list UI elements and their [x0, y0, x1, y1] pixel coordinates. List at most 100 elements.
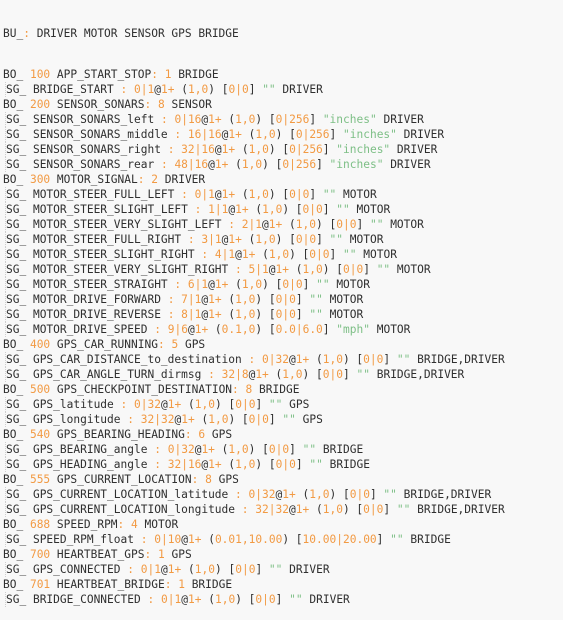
signal-name: GPS_longitude: [32, 413, 121, 426]
signal-start-bit: 16: [187, 128, 202, 141]
signal-factor: 0.1: [221, 323, 242, 336]
signal-line: SG_ BRIDGE_CONNECTED : 0|1@1+ (1,0) [0|0…: [3, 592, 563, 607]
signal-length: 16: [201, 143, 215, 156]
sg-keyword: SG_: [6, 233, 33, 246]
signal-offset: 0: [295, 368, 303, 381]
sg-keyword: SG_: [6, 458, 33, 471]
signal-line: SG_ SENSOR_SONARS_right : 32|16@1+ (1,0)…: [3, 142, 563, 157]
message-id: 700: [29, 548, 51, 561]
signal-line: SG_ MOTOR_STEER_FULL_RIGHT : 3|1@1+ (1,0…: [3, 232, 563, 247]
signal-length: 1: [214, 233, 222, 246]
signal-start-bit: 32: [255, 503, 269, 516]
signal-unit: "": [396, 503, 411, 516]
signal-name: SENSOR_SONARS_rear: [32, 158, 155, 171]
signal-max: 0: [268, 593, 276, 606]
bo-keyword: BO_: [3, 68, 30, 81]
signal-length: 1: [154, 563, 161, 576]
signal-name: GPS_CAR_ANGLE_TURN_dirmsg: [32, 368, 202, 381]
signal-line: SG_ MOTOR_DRIVE_SPEED : 9|6@1+ (0.1,0) […: [3, 322, 563, 337]
signal-length: 16: [208, 128, 222, 141]
signal-min: 0: [289, 188, 296, 201]
sg-keyword: SG_: [6, 143, 33, 156]
signal-name: GPS_BEARING_angle: [32, 443, 148, 456]
signal-name: MOTOR_STEER_VERY_SLIGHT_RIGHT: [32, 263, 229, 276]
signal-start-bit: 32: [221, 368, 236, 381]
nodes-line: BU_: DRIVER MOTOR SENSOR GPS BRIDGE: [3, 27, 239, 40]
signal-unit: "": [329, 233, 344, 246]
signal-length: 32: [147, 398, 161, 411]
signal-min: 0: [235, 398, 242, 411]
message-sender: GPS: [171, 548, 192, 561]
sg-keyword: SG_: [6, 353, 33, 366]
signal-unit: "inches": [322, 113, 377, 126]
signal-unit: "": [343, 248, 357, 261]
message-id: 701: [29, 578, 51, 591]
message-line: BO_ 500 GPS_CHECKPOINT_DESTINATION: 8 BR…: [3, 383, 300, 396]
signal-line: SG_ MOTOR_STEER_STRAIGHT : 6|1@1+ (1,0) …: [3, 277, 563, 292]
sg-keyword: SG_: [6, 113, 33, 126]
signal-factor: 1: [235, 308, 242, 321]
signal-max: 20.00: [342, 533, 377, 546]
signal-byte-order: 1+: [295, 353, 310, 366]
signal-length: 32: [160, 413, 175, 426]
signal-max: 0: [262, 413, 269, 426]
signal-factor: 1: [235, 458, 242, 471]
signal-byte-order: 1+: [228, 128, 242, 141]
signal-unit: "": [336, 203, 350, 216]
message-id: 540: [29, 428, 51, 441]
signal-max: 0: [336, 368, 343, 381]
sg-keyword: SG_: [6, 188, 33, 201]
message-name: GPS_CAR_RUNNING: [56, 338, 158, 351]
sg-keyword: SG_: [6, 413, 33, 426]
node-list: DRIVER MOTOR SENSOR GPS BRIDGE: [36, 27, 239, 40]
signal-unit: "": [322, 188, 337, 201]
signal-max: 0: [295, 278, 303, 291]
signal-factor: 1: [208, 413, 215, 426]
message-name: SPEED_RPM: [56, 518, 118, 531]
signal-length: 32: [275, 353, 289, 366]
signal-name: GPS_HEADING_angle: [32, 458, 148, 471]
signal-receivers: DRIVER: [390, 158, 431, 171]
bo-keyword: BO_: [3, 578, 30, 591]
message-dlc: 1: [178, 578, 185, 591]
signal-receivers: MOTOR: [329, 308, 364, 321]
bo-keyword: BO_: [3, 428, 30, 441]
signal-factor: 1: [295, 218, 303, 231]
message-id: 500: [29, 383, 51, 396]
signal-start-bit: 0: [134, 398, 141, 411]
signal-length: 16: [194, 158, 209, 171]
message-name: GPS_BEARING_HEADING: [56, 428, 185, 441]
signal-max: 0: [363, 488, 370, 501]
signal-receivers: MOTOR: [329, 293, 364, 306]
message-id: 400: [29, 338, 51, 351]
message-dlc: 1: [157, 548, 165, 561]
signal-max: 6.0: [302, 323, 323, 336]
signal-name: MOTOR_DRIVE_REVERSE: [32, 308, 161, 321]
signal-byte-order: 1+: [167, 563, 182, 576]
signal-start-bit: 32: [140, 413, 155, 426]
signal-length: 1: [174, 593, 182, 606]
signal-receivers: DRIVER: [403, 128, 445, 141]
message-line: BO_ 701 HEARTBEAT_BRIDGE: 1 BRIDGE: [3, 578, 233, 591]
sg-keyword: SG_: [6, 443, 33, 456]
signal-name: MOTOR_STEER_STRAIGHT: [32, 278, 168, 291]
signal-min: 0: [235, 563, 242, 576]
signal-line: SG_ MOTOR_STEER_VERY_SLIGHT_LEFT : 2|1@1…: [3, 217, 563, 232]
signal-length: 10: [167, 533, 182, 546]
signal-max: 256: [309, 128, 330, 141]
sg-keyword: SG_: [6, 398, 33, 411]
signal-byte-order: 1+: [208, 458, 222, 471]
signal-byte-order: 1+: [208, 293, 222, 306]
signal-length: 32: [262, 488, 276, 501]
bo-keyword: BO_: [3, 473, 30, 486]
signal-receivers: BRIDGE: [322, 443, 364, 456]
message-line: BO_ 555 GPS_CURRENT_LOCATION: 8 GPS: [3, 473, 239, 486]
signal-line: SG_ SPEED_RPM_float : 0|10@1+ (0.01,10.0…: [3, 532, 563, 547]
code-editor[interactable]: BU_: DRIVER MOTOR SENSOR GPS BRIDGE BO_ …: [0, 0, 563, 620]
sg-keyword: SG_: [6, 488, 33, 501]
message-id: 688: [29, 518, 51, 531]
message-name: HEARTBEAT_BRIDGE: [56, 578, 165, 591]
message-name: GPS_CURRENT_LOCATION: [56, 473, 192, 486]
signal-unit: "": [316, 278, 330, 291]
signal-byte-order: 1+: [295, 503, 310, 516]
